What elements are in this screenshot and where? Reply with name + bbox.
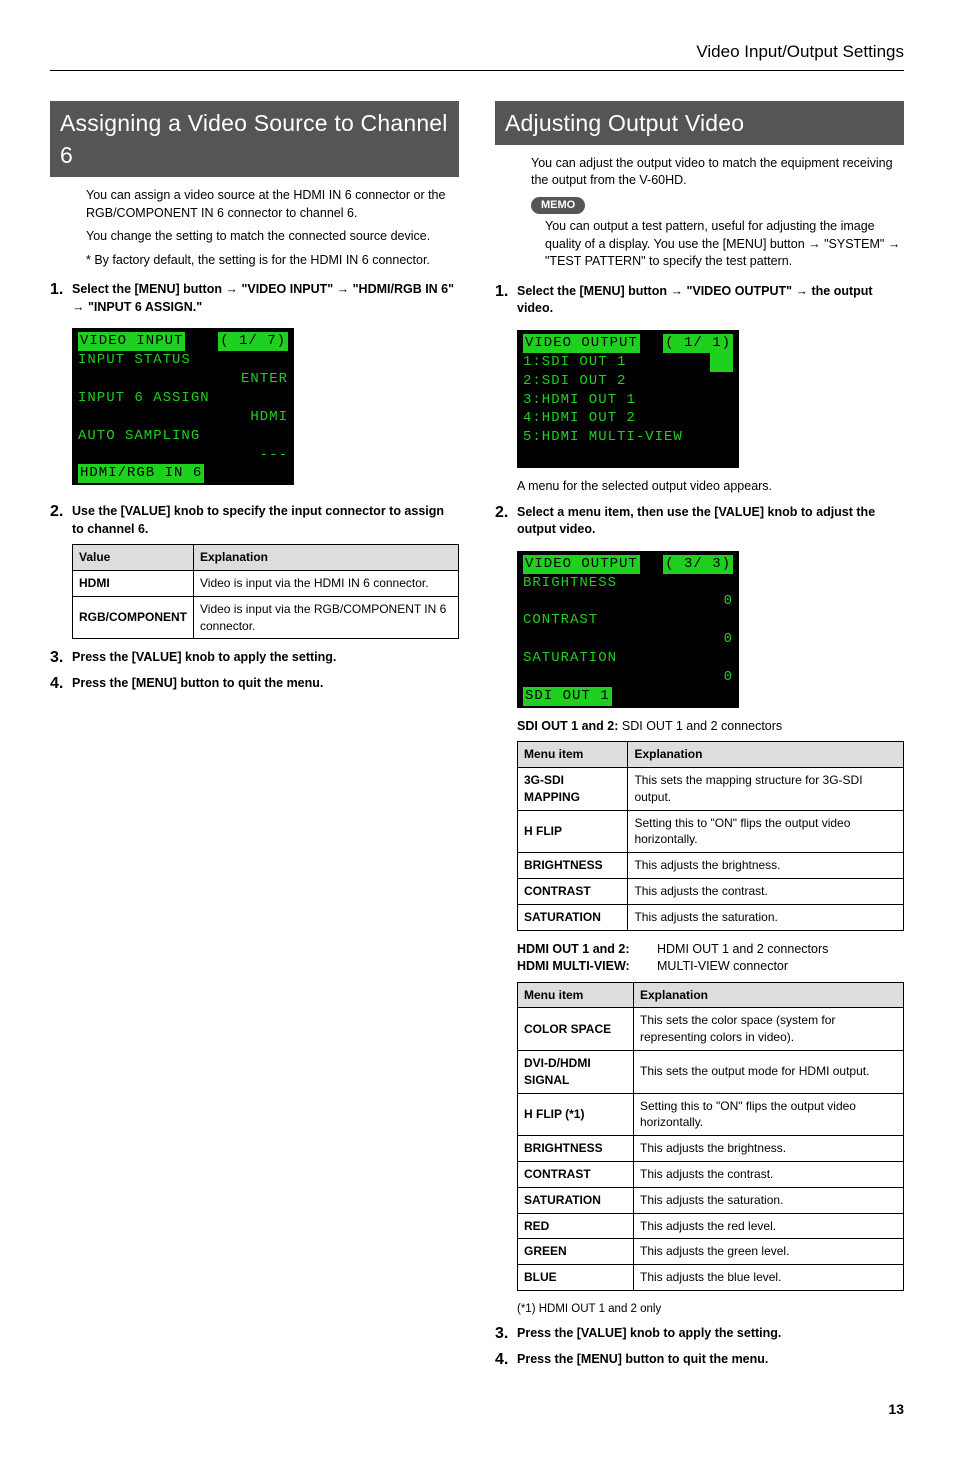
left-step-1-content: VIDEO INPUT( 1/ 7)INPUT STATUSENTERINPUT… [72,322,459,495]
lt-r2k: RGB/COMPONENT [73,596,194,639]
right-step-1-text: Select the [MENU] button → "VIDEO OUTPUT… [517,284,873,316]
right-intro-1: You can adjust the output video to match… [531,155,904,190]
left-table: ValueExplanation HDMIVideo is input via … [72,544,459,639]
lcd-screen-right-2: VIDEO OUTPUT( 3/ 3)BRIGHTNESS0CONTRAST0S… [517,551,739,708]
lt-r1v: Video is input via the HDMI IN 6 connect… [194,571,459,597]
right-step-3: Press the [VALUE] knob to apply the sett… [495,1325,904,1343]
content-columns: Assigning a Video Source to Channel 6 Yo… [50,101,904,1376]
right-step-1-content: VIDEO OUTPUT( 1/ 1)1:SDI OUT 1 2:SDI OUT… [517,324,904,496]
left-step-2-content: ValueExplanation HDMIVideo is input via … [72,544,459,639]
lcd-screen-left-1: VIDEO INPUT( 1/ 7)INPUT STATUSENTERINPUT… [72,328,294,485]
right-step-2-content: VIDEO OUTPUT( 3/ 3)BRIGHTNESS0CONTRAST0S… [517,545,904,1317]
left-step-4: Press the [MENU] button to quit the menu… [50,675,459,693]
left-step-1: Select the [MENU] button → "VIDEO INPUT"… [50,281,459,495]
memo-text: You can output a test pattern, useful fo… [531,218,904,271]
hdmi-headings: HDMI OUT 1 and 2:HDMI OUT 1 and 2 connec… [517,941,904,976]
left-step-2-text: Use the [VALUE] knob to specify the inpu… [72,504,444,536]
left-intro-2: You change the setting to match the conn… [86,228,459,246]
right-table-2: Menu itemExplanation COLOR SPACEThis set… [517,982,904,1291]
page-number: 13 [50,1400,904,1420]
left-intro-1: You can assign a video source at the HDM… [86,187,459,222]
right-step-4: Press the [MENU] button to quit the menu… [495,1351,904,1369]
right-title: Adjusting Output Video [495,101,904,145]
left-step-2: Use the [VALUE] knob to specify the inpu… [50,503,459,639]
right-step-2-text: Select a menu item, then use the [VALUE]… [517,505,875,537]
right-intro: You can adjust the output video to match… [495,155,904,271]
lt-h2: Explanation [194,545,459,571]
lt-h1: Value [73,545,194,571]
page-section-header: Video Input/Output Settings [50,40,904,71]
right-steps: Select the [MENU] button → "VIDEO OUTPUT… [495,283,904,1368]
left-title: Assigning a Video Source to Channel 6 [50,101,459,177]
left-intro-note: * By factory default, the setting is for… [86,252,459,270]
memo-badge: MEMO [531,197,585,214]
left-step-3: Press the [VALUE] knob to apply the sett… [50,649,459,667]
lcd-screen-right-1: VIDEO OUTPUT( 1/ 1)1:SDI OUT 1 2:SDI OUT… [517,330,739,468]
left-intro: You can assign a video source at the HDM… [50,187,459,269]
left-steps: Select the [MENU] button → "VIDEO INPUT"… [50,281,459,692]
lt-r2v: Video is input via the RGB/COMPONENT IN … [194,596,459,639]
right-step-2: Select a menu item, then use the [VALUE]… [495,504,904,1317]
right-table-1: Menu itemExplanation 3G-SDI MAPPINGThis … [517,741,904,930]
table2-footnote: (*1) HDMI OUT 1 and 2 only [517,1301,904,1317]
sdi-heading: SDI OUT 1 and 2: SDI OUT 1 and 2 connect… [517,718,904,736]
after-lcd1: A menu for the selected output video app… [517,478,904,496]
left-step-1-text: Select the [MENU] button → "VIDEO INPUT"… [72,282,454,314]
lt-r1k: HDMI [73,571,194,597]
left-column: Assigning a Video Source to Channel 6 Yo… [50,101,459,1376]
right-step-1: Select the [MENU] button → "VIDEO OUTPUT… [495,283,904,496]
right-column: Adjusting Output Video You can adjust th… [495,101,904,1376]
